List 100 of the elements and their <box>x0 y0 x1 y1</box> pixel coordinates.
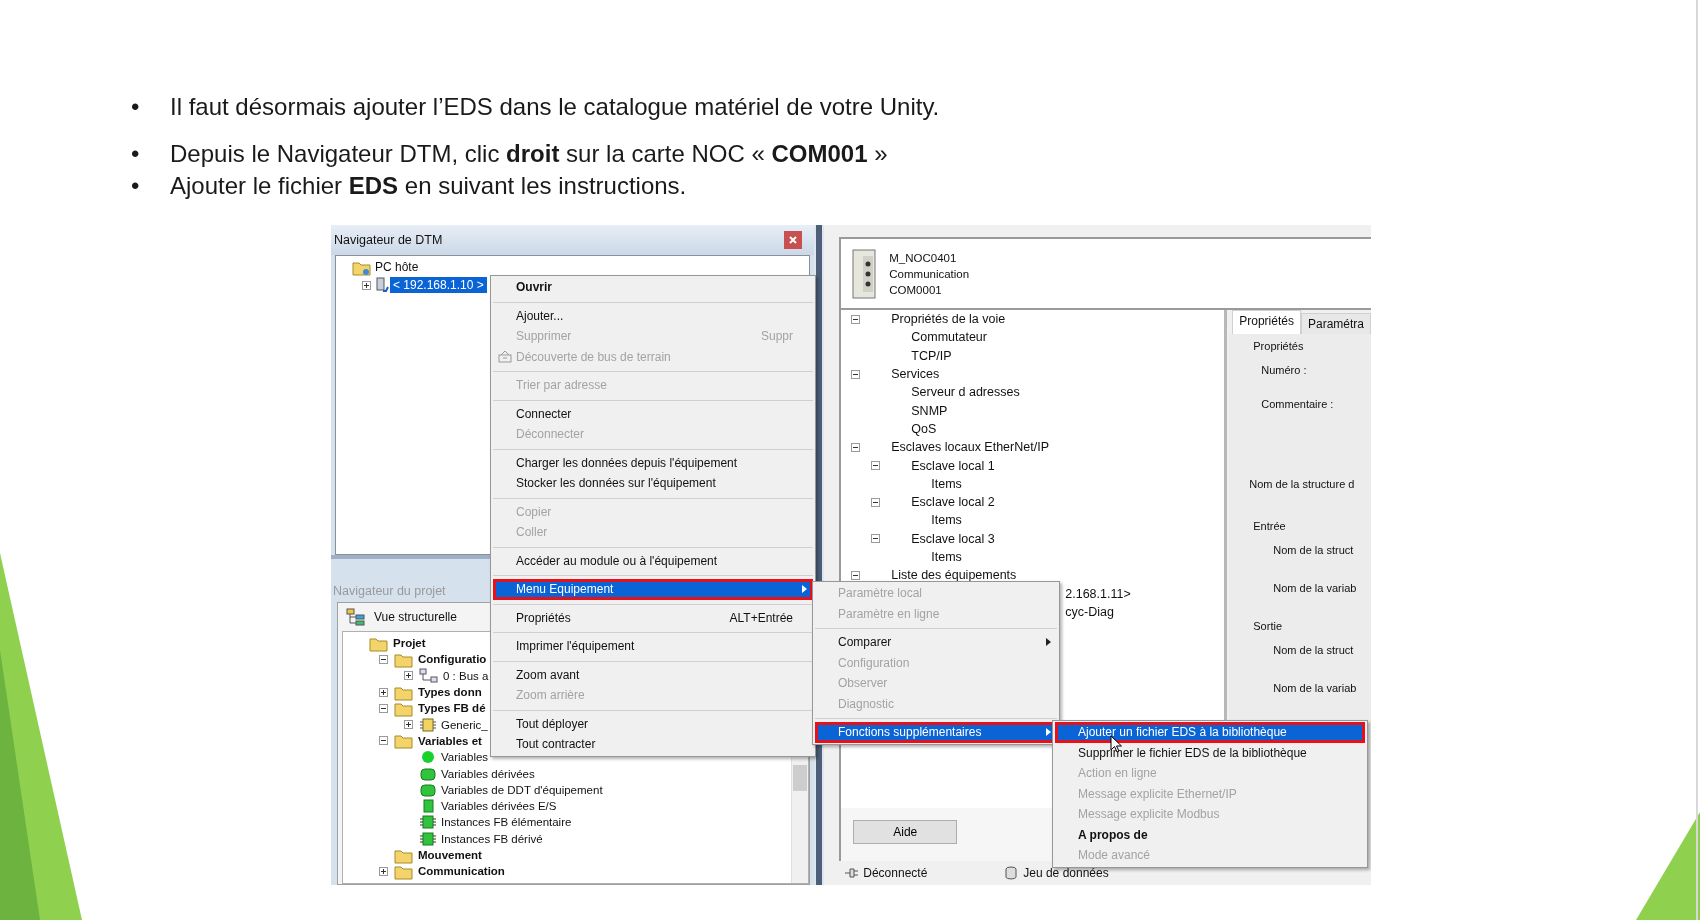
menu-item[interactable]: Menu Equipement <box>493 579 813 600</box>
submenu-arrow-icon <box>802 585 807 594</box>
tree-item[interactable]: 0 : Bus a <box>439 669 489 682</box>
expand-icon[interactable] <box>362 280 371 290</box>
tree-item[interactable]: TCP/IP <box>911 348 952 363</box>
menu-item[interactable]: Tout contracter <box>493 734 813 755</box>
menu-item[interactable]: Imprimer l'équipement <box>493 636 813 657</box>
bullet-text: Depuis le Navigateur DTM, clic droit sur la carte NOC « COM001 » <box>170 140 888 168</box>
menu-item[interactable]: Ajouter... <box>493 305 813 326</box>
field-label: Nom de la struct <box>1272 544 1355 558</box>
tree-item[interactable]: Configuratio <box>414 653 487 666</box>
field-label: Entrée <box>1252 520 1287 534</box>
view-label: Vue structurelle <box>374 610 457 624</box>
collapse-icon[interactable] <box>379 736 388 746</box>
tree-item[interactable]: Items <box>931 476 962 491</box>
tree-item[interactable]: Variables dérivées <box>437 767 535 780</box>
expand-icon[interactable] <box>379 866 388 876</box>
field-label: Nom de la structure d <box>1249 478 1356 492</box>
bullet-marker: • <box>131 93 141 121</box>
tree-item[interactable]: Variables dérivées E/S <box>437 800 557 813</box>
tree-item[interactable]: Propriétés de la voie <box>891 312 1006 327</box>
tree-item[interactable]: Types FB dé <box>414 702 486 715</box>
field-label: Nom de la variab <box>1272 582 1358 596</box>
bullet-marker: • <box>131 140 141 168</box>
tree-item[interactable]: Generic_ <box>437 718 488 731</box>
close-button[interactable] <box>784 231 803 249</box>
collapse-icon[interactable] <box>379 654 388 664</box>
tree-item[interactable]: Esclave local 3 <box>911 531 995 546</box>
tree-item[interactable]: Esclaves locaux EtherNet/IP <box>891 440 1049 455</box>
chip-icon <box>419 716 437 733</box>
tree-item[interactable]: Mouvement <box>414 849 482 861</box>
menu-item[interactable]: Accéder au module ou à l'équipement <box>493 550 813 571</box>
tree-item[interactable]: Instances FB élémentaire <box>437 816 572 829</box>
menu-item[interactable]: Zoom avant <box>493 664 813 685</box>
window-title: Navigateur de DTM <box>334 233 443 247</box>
tree-item[interactable]: 2.168.1.11> <box>1065 586 1131 601</box>
collapse-icon[interactable] <box>851 314 861 324</box>
tree-item[interactable]: Variables de DDT d'équipement <box>437 783 603 796</box>
expand-icon[interactable] <box>404 671 413 681</box>
tree-item[interactable]: SNMP <box>911 403 948 418</box>
menu-item[interactable]: Connecter <box>493 403 813 424</box>
menu-item[interactable]: Supprimer le fichier EDS de la bibliothèque <box>1055 742 1365 763</box>
submenu-arrow-icon <box>1046 728 1051 737</box>
bullet-text: Il faut désormais ajouter l’EDS dans le catalogue matériel de votre Unity. <box>170 93 940 121</box>
collapse-icon[interactable] <box>851 369 861 379</box>
field-label: Nom de la struct <box>1272 644 1355 658</box>
tree-item[interactable]: Variables <box>437 751 489 764</box>
field-label: Nom de la variab <box>1272 682 1358 696</box>
shortcut-label: Suppr <box>760 329 794 344</box>
tree-item[interactable]: Esclave local 2 <box>911 495 995 510</box>
panel-title: Navigateur du projet <box>333 584 446 598</box>
tree-item[interactable]: cyc-Diag <box>1065 604 1114 619</box>
tree-item[interactable]: Communication <box>414 865 505 878</box>
bullet-marker: • <box>131 172 141 200</box>
collapse-icon[interactable] <box>851 442 861 452</box>
plug-icon <box>843 865 860 881</box>
tree-item[interactable]: Liste des équipements <box>891 568 1017 583</box>
expand-icon[interactable] <box>379 687 388 697</box>
menu-item[interactable]: A propos de <box>1055 824 1365 845</box>
menu-item[interactable]: Ajouter un fichier EDS à la bibliothèque <box>1055 722 1365 743</box>
menu-item[interactable]: Comparer <box>815 632 1057 653</box>
expand-icon[interactable] <box>404 720 413 730</box>
tree-item[interactable]: Esclave local 1 <box>911 458 995 473</box>
menu-item[interactable]: Tout déployer <box>493 713 813 734</box>
device-info: Communication <box>889 266 970 282</box>
scrollbar-thumb[interactable] <box>793 765 808 791</box>
tree-item[interactable]: Items <box>931 513 962 528</box>
bullet-text: Ajouter le fichier EDS en suivant les instructions. <box>170 172 687 200</box>
tab[interactable]: Propriétés <box>1232 310 1301 334</box>
tab[interactable]: Paramétra <box>1300 313 1371 334</box>
status-text: Déconnecté <box>863 866 928 880</box>
tree-item[interactable]: QoS <box>911 421 937 436</box>
collapse-icon[interactable] <box>871 461 881 470</box>
network-icon <box>497 350 512 364</box>
chip-icon <box>419 814 437 831</box>
tree-item[interactable]: Items <box>931 550 962 564</box>
menu-item[interactable]: Propriétés ALT+Entrée <box>493 607 813 628</box>
collapse-icon[interactable] <box>379 703 388 713</box>
tree-item[interactable]: Types donn <box>414 686 482 699</box>
device-info: M_NOC0401 <box>889 250 958 266</box>
menu-item[interactable]: Stocker les données sur l'équipement <box>493 473 813 494</box>
menu-item[interactable]: Charger les données depuis l'équipement <box>493 452 813 473</box>
tree-item[interactable]: Services <box>891 367 940 382</box>
collapse-icon[interactable] <box>851 570 861 580</box>
tree-item[interactable]: Variables et <box>414 734 482 747</box>
tree-item[interactable]: PC hôte <box>372 259 422 275</box>
collapse-icon[interactable] <box>871 497 881 507</box>
tree-item[interactable]: Serveur d adresses <box>911 385 1020 400</box>
field-label: Numéro : <box>1260 364 1308 378</box>
collapse-icon[interactable] <box>871 534 881 544</box>
menu-item[interactable]: Ouvrir <box>493 277 813 298</box>
help-button[interactable]: Aide <box>853 820 958 844</box>
tree-item[interactable]: Projet <box>389 637 426 650</box>
tree-item[interactable]: < 192.168.1.10 > <box>390 277 487 293</box>
tree-item[interactable]: Instances FB dérivé <box>437 832 543 845</box>
network-icon <box>419 667 439 684</box>
card-icon <box>419 765 437 782</box>
cylinder-icon <box>1003 865 1020 881</box>
chip-icon <box>419 830 437 847</box>
tree-item[interactable]: Commutateur <box>911 330 987 345</box>
